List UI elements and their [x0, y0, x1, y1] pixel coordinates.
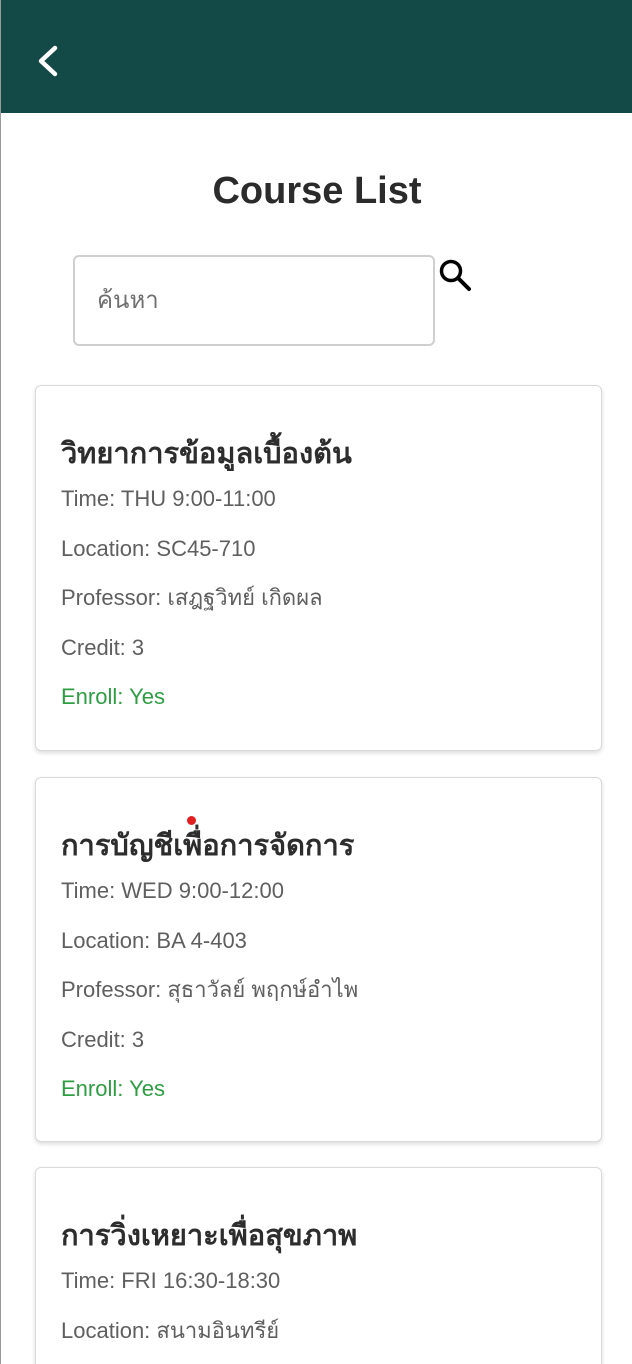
search-icon: [439, 259, 471, 291]
chevron-left-icon: [38, 45, 58, 77]
course-location: Location: BA 4-403: [61, 927, 247, 953]
course-time: Time: WED 9:00-12:00: [61, 878, 284, 903]
course-professor: Professor: สุธาวัลย์ พฤกษ์อำไพ: [61, 977, 359, 1002]
course-credit: Credit: 3: [61, 634, 145, 660]
course-time: Time: FRI 16:30-18:30: [61, 1268, 281, 1293]
course-card[interactable]: การวิ่งเหยาะเพื่อสุขภาพ Time: FRI 16:30-…: [35, 1167, 602, 1364]
back-button[interactable]: [29, 38, 69, 84]
cursor-dot: [187, 816, 196, 825]
page-title: Course List: [212, 170, 422, 212]
course-card[interactable]: วิทยาการข้อมูลเบื้องต้น Time: THU 9:00-1…: [35, 385, 602, 751]
app-bar: [1, 0, 632, 113]
course-card[interactable]: การบัญชีเพื่อการจัดการ Time: WED 9:00-12…: [35, 777, 602, 1142]
search-input[interactable]: [73, 255, 435, 346]
course-professor: Professor: เสฎฐวิทย์ เกิดผล: [61, 585, 323, 610]
course-time: Time: THU 9:00-11:00: [61, 486, 276, 511]
course-name: การวิ่งเหยาะเพื่อสุขภาพ: [61, 1220, 358, 1252]
search-button[interactable]: [438, 258, 472, 292]
course-location: Location: สนามอินทรีย์: [61, 1317, 280, 1343]
course-location: Location: SC45-710: [61, 535, 256, 561]
course-name: การบัญชีเพื่อการจัดการ: [61, 830, 355, 862]
page: Course List วิทยาการข้อมูลเบื้องต้น Time…: [0, 0, 632, 1364]
course-enroll-status: Enroll: Yes: [61, 684, 165, 709]
course-name: วิทยาการข้อมูลเบื้องต้น: [61, 438, 352, 470]
course-credit: Credit: 3: [61, 1026, 145, 1052]
course-enroll-status: Enroll: Yes: [61, 1076, 165, 1101]
